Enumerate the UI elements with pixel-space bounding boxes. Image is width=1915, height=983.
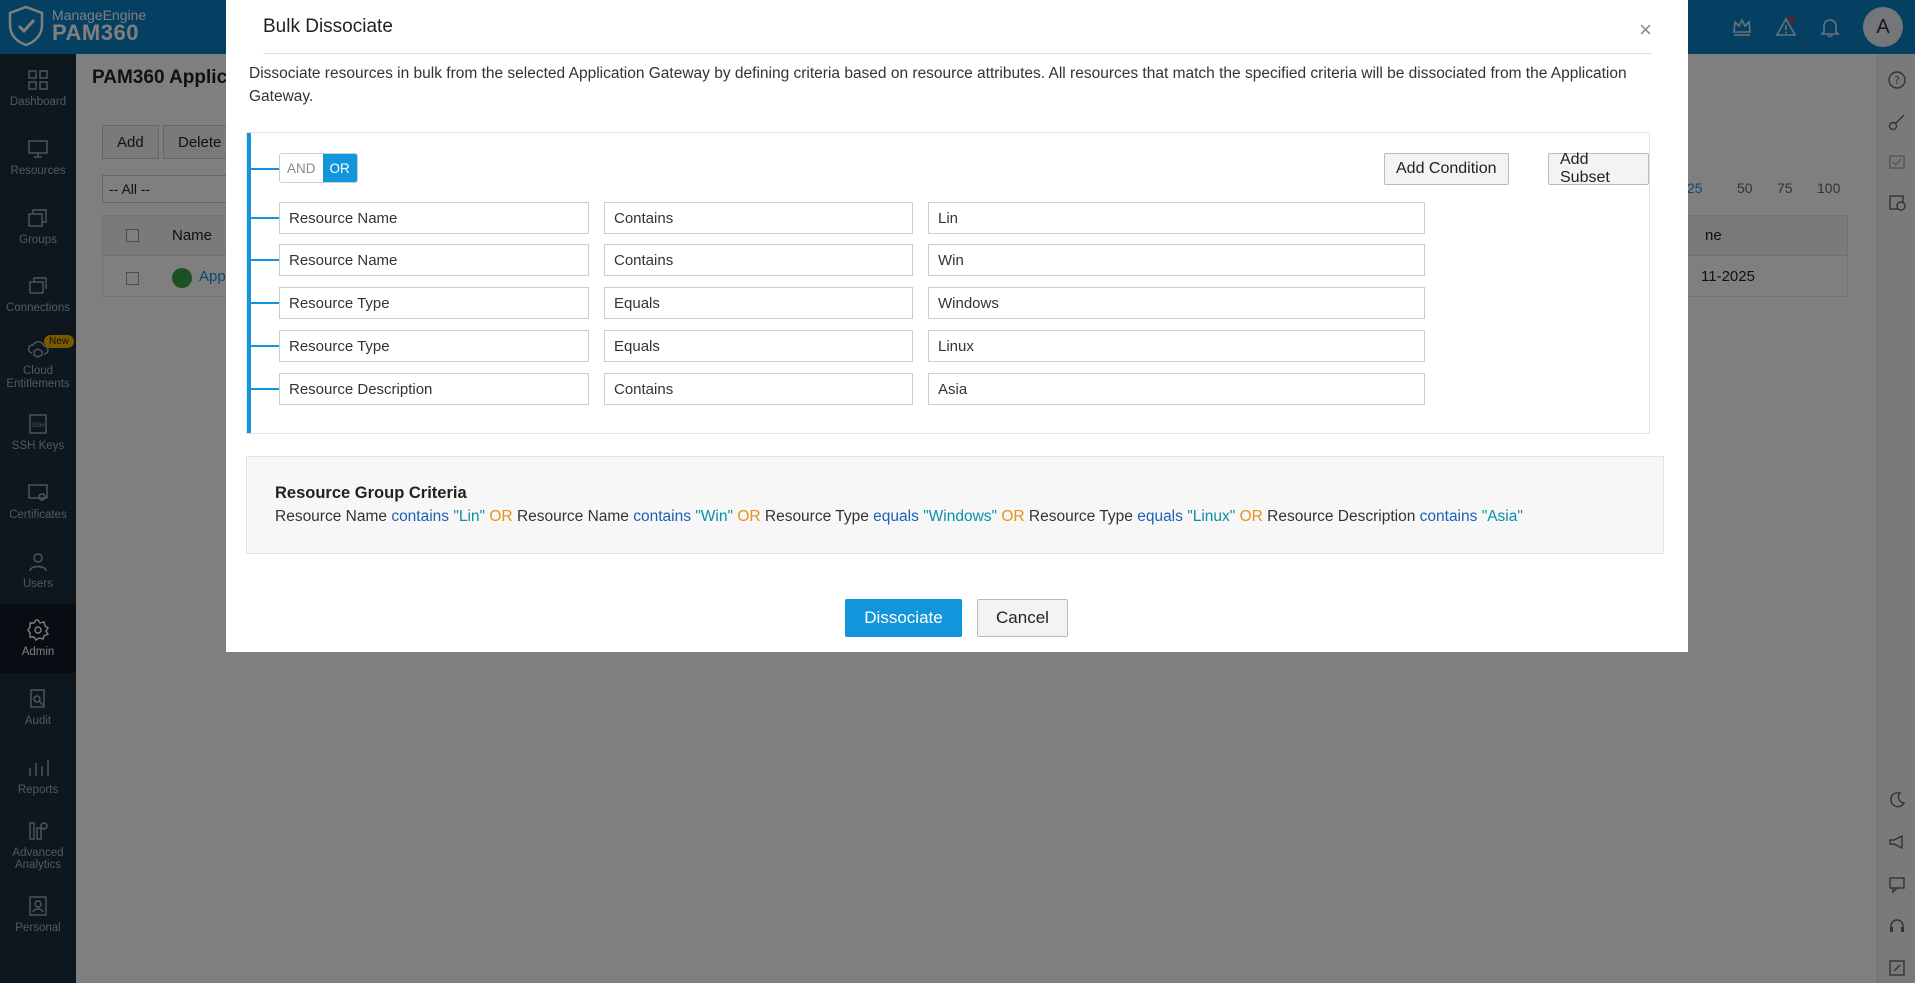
condition-field-select[interactable]: Resource Type <box>279 330 589 362</box>
condition-operator-select[interactable]: Contains <box>604 373 913 405</box>
expr-field: Resource Description <box>1267 508 1416 525</box>
dialog-title: Bulk Dissociate <box>263 15 393 37</box>
cancel-button[interactable]: Cancel <box>977 599 1068 637</box>
condition-operator-select[interactable]: Equals <box>604 287 913 319</box>
condition-row: Resource Name Contains Lin <box>247 202 1447 234</box>
condition-connector <box>251 345 279 347</box>
dialog-header: Bulk Dissociate × <box>263 0 1652 54</box>
dialog-description: Dissociate resources in bulk from the se… <box>249 65 1627 105</box>
expr-value: "Asia" <box>1481 508 1523 525</box>
condition-row: Resource Type Equals Windows <box>247 287 1447 319</box>
toggle-connector <box>251 168 279 170</box>
add-condition-button[interactable]: Add Condition <box>1384 153 1509 185</box>
condition-field-select[interactable]: Resource Name <box>279 202 589 234</box>
expr-field: Resource Type <box>764 508 869 525</box>
expr-join: OR <box>489 508 513 525</box>
expr-operator: contains <box>633 508 691 525</box>
condition-connector <box>251 302 279 304</box>
condition-row: Resource Type Equals Linux <box>247 330 1447 362</box>
and-option[interactable]: AND <box>280 154 323 182</box>
dissociate-button[interactable]: Dissociate <box>845 599 962 637</box>
expr-field: Resource Name <box>275 508 387 525</box>
condition-row: Resource Description Contains Asia <box>247 373 1447 405</box>
expr-field: Resource Name <box>516 508 629 525</box>
expr-value: "Lin" <box>453 508 486 525</box>
condition-connector <box>251 217 279 219</box>
add-subset-button[interactable]: Add Subset <box>1548 151 1649 186</box>
criteria-expression: Resource Name contains "Lin" OR Resource… <box>275 508 1523 526</box>
expr-value: "Windows" <box>923 508 998 525</box>
expr-value: "Linux" <box>1187 508 1236 525</box>
expr-operator: contains <box>1419 508 1478 525</box>
or-option[interactable]: OR <box>322 154 357 182</box>
expr-operator: equals <box>873 508 919 525</box>
criteria-builder: AND OR Add Condition Add Subset Resource… <box>246 132 1650 434</box>
condition-operator-select[interactable]: Contains <box>604 202 913 234</box>
condition-row: Resource Name Contains Win <box>247 244 1447 276</box>
condition-field-select[interactable]: Resource Description <box>279 373 589 405</box>
condition-value-input[interactable]: Linux <box>928 330 1425 362</box>
condition-value-input[interactable]: Asia <box>928 373 1425 405</box>
and-or-toggle[interactable]: AND OR <box>279 153 358 183</box>
expr-field: Resource Type <box>1028 508 1133 525</box>
condition-field-select[interactable]: Resource Name <box>279 244 589 276</box>
expr-join: OR <box>737 508 761 525</box>
condition-connector <box>251 259 279 261</box>
expr-operator: equals <box>1137 508 1183 525</box>
condition-field-select[interactable]: Resource Type <box>279 287 589 319</box>
expr-join: OR <box>1239 508 1263 525</box>
condition-value-input[interactable]: Win <box>928 244 1425 276</box>
criteria-summary: Resource Group Criteria Resource Name co… <box>246 456 1664 554</box>
expr-operator: contains <box>391 508 450 525</box>
expr-value: "Win" <box>695 508 733 525</box>
condition-value-input[interactable]: Windows <box>928 287 1425 319</box>
expr-join: OR <box>1001 508 1025 525</box>
close-icon[interactable]: × <box>1639 17 1652 43</box>
condition-operator-select[interactable]: Equals <box>604 330 913 362</box>
condition-value-input[interactable]: Lin <box>928 202 1425 234</box>
bulk-dissociate-dialog: Bulk Dissociate × Dissociate resources i… <box>226 0 1688 652</box>
condition-operator-select[interactable]: Contains <box>604 244 913 276</box>
summary-heading: Resource Group Criteria <box>275 484 467 502</box>
condition-connector <box>251 388 279 390</box>
